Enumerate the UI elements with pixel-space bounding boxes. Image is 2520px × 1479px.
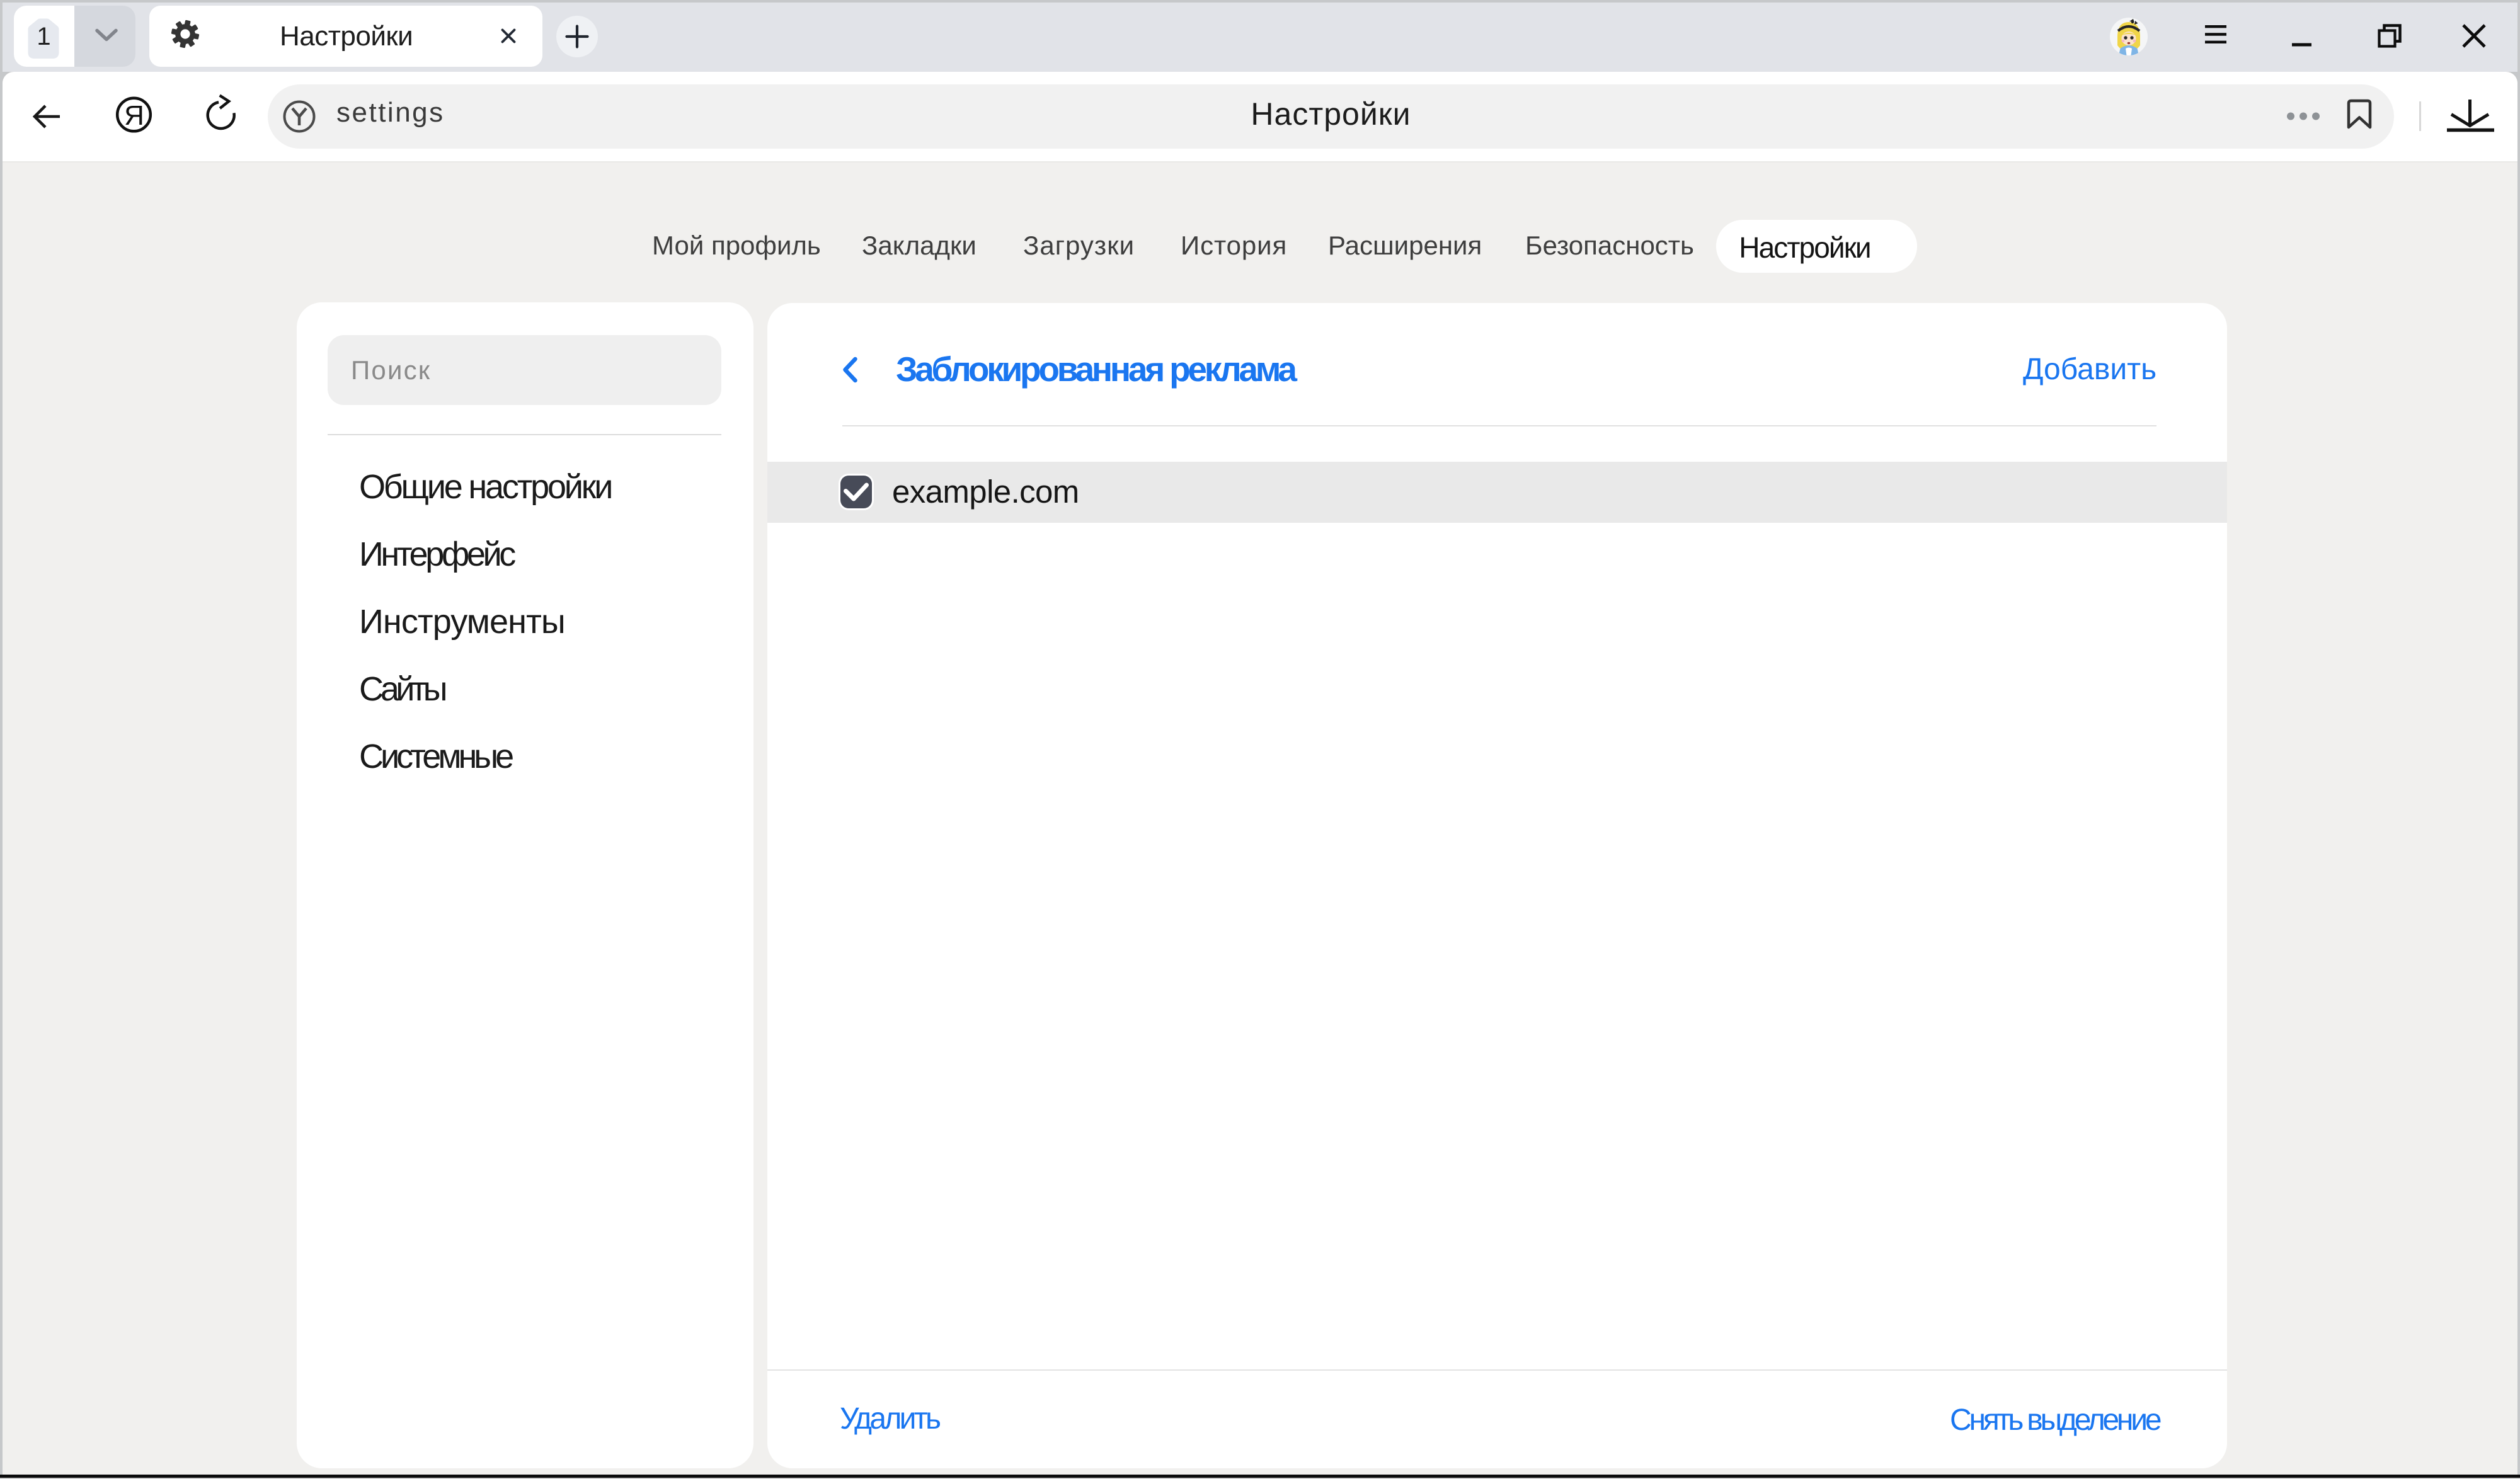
svg-text:Я: Я bbox=[124, 100, 144, 131]
svg-text:1: 1 bbox=[37, 23, 50, 50]
